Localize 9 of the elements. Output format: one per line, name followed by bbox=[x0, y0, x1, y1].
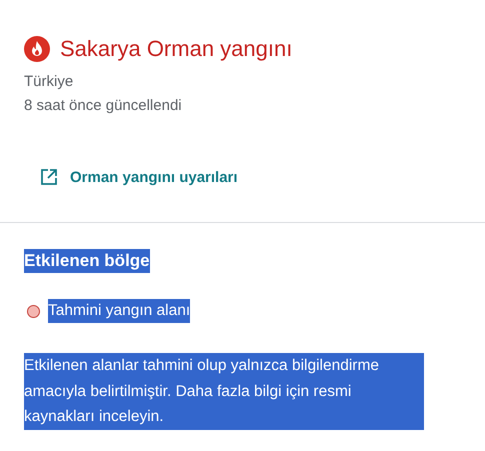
fire-alerts-link[interactable]: Orman yangını uyarıları bbox=[40, 168, 238, 186]
legend-label: Tahmini yangın alanı bbox=[48, 299, 190, 323]
updated-text: 8 saat önce güncellendi bbox=[24, 96, 183, 116]
location-text: Türkiye bbox=[24, 72, 74, 92]
section-heading: Etkilenen bölge bbox=[24, 249, 150, 273]
fire-title: Sakarya Orman yangını bbox=[60, 36, 292, 62]
fire-icon bbox=[24, 36, 50, 62]
external-link-icon bbox=[40, 168, 58, 186]
disclaimer-text: Etkilenen alanlar tahmini olup yalnızca bilgilendirme amacıyla belirtilmiştir. Daha fazla bilgi için resmi kaynakları inceleyin. bbox=[24, 353, 424, 430]
